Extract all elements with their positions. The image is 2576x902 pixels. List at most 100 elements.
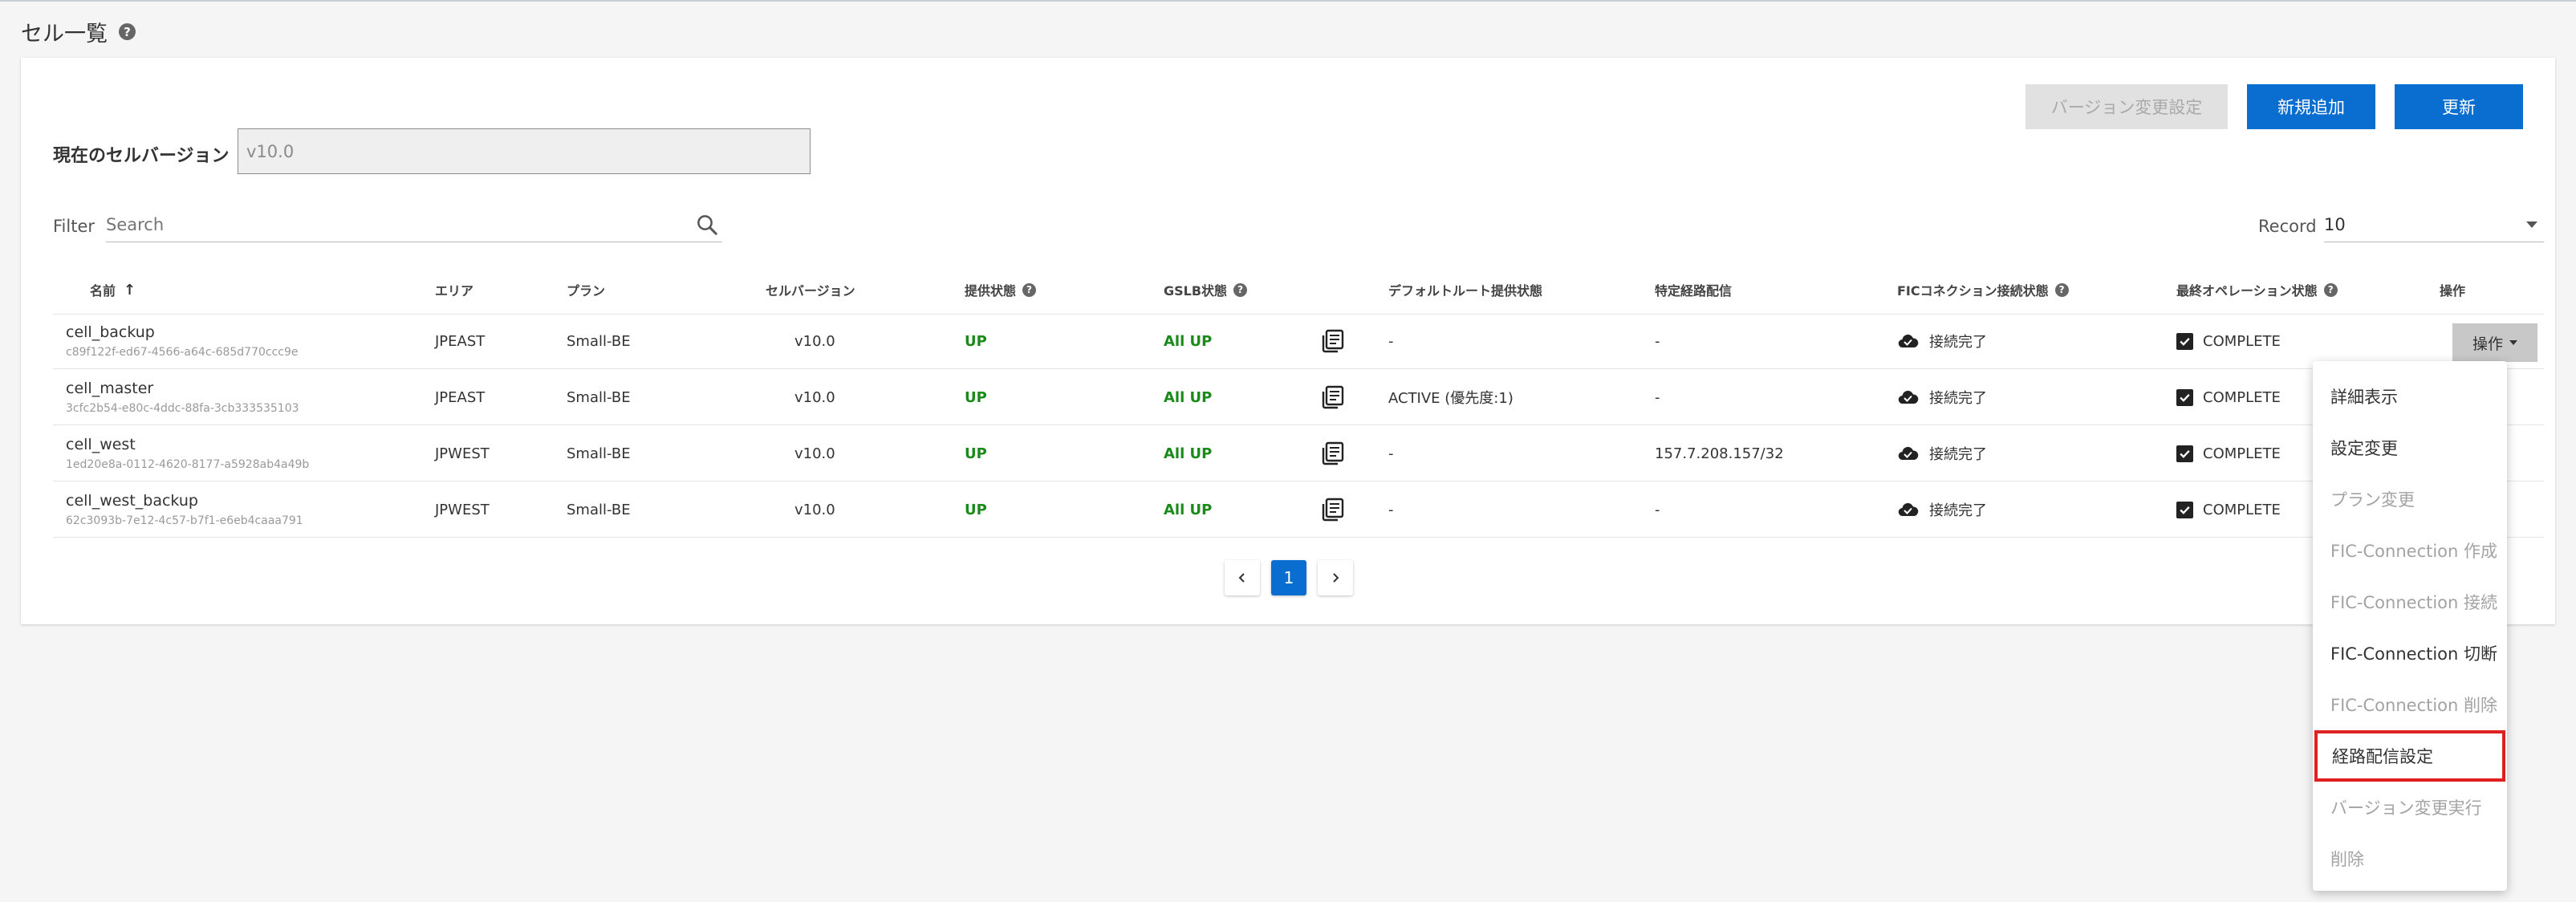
cloud-check-icon <box>1898 502 1919 517</box>
page-title: セル一覧 <box>21 22 108 47</box>
menu-item: 削除 <box>2330 850 2364 869</box>
cell-id-text: c89f122f-ed67-4566-a64c-685d770ccc9e <box>66 346 299 359</box>
refresh-button[interactable]: 更新 <box>2395 84 2523 129</box>
cell-name-text: cell_master <box>66 380 154 397</box>
help-icon[interactable]: ? <box>119 23 136 40</box>
cell-id-text: 3cfc2b54-e80c-4ddc-88fa-3cb333535103 <box>66 402 299 415</box>
search-field <box>106 207 722 242</box>
menu-item: プラン変更 <box>2330 490 2415 510</box>
document-list-icon <box>1322 441 1344 465</box>
chevron-right-icon <box>1333 573 1339 583</box>
fic-status: 接続完了 <box>1897 425 1987 481</box>
header-plan: プラン <box>567 283 606 299</box>
cell-name: cell_west 1ed20e8a-0112-4620-8177-a5928ab… <box>66 425 309 481</box>
cell-plan: Small-BE <box>567 445 631 462</box>
cell-name: cell_west_backup 62c3093b-7e12-4c57-b7f1-… <box>66 481 303 538</box>
last-op-status-text: COMPLETE <box>2203 332 2281 350</box>
table-row[interactable]: cell_west_backup 62c3093b-7e12-4c57-b7f1-… <box>53 481 2544 538</box>
last-op-status: COMPLETE <box>2176 313 2281 369</box>
fic-status-text: 接続完了 <box>1929 446 1987 463</box>
version-change-setting-button[interactable]: バージョン変更設定 <box>2025 84 2228 129</box>
page-button-current[interactable]: 1 <box>1271 560 1306 595</box>
document-list-icon <box>1322 329 1344 353</box>
cell-list-card: バージョン変更設定 新規追加 更新 現在のセルバージョン v10.0 Filte… <box>21 58 2555 624</box>
table-row[interactable]: cell_master 3cfc2b54-e80c-4ddc-88fa-3cb33… <box>53 369 2544 425</box>
record-value: 10 <box>2324 214 2346 234</box>
cell-plan: Small-BE <box>567 332 631 350</box>
menu-item[interactable]: FIC-Connection 切断 <box>2313 628 2507 679</box>
cell-area: JPWEST <box>435 501 490 518</box>
header-last-op-status: 最終オペレーション状態? <box>2176 265 2338 315</box>
prev-page-button[interactable] <box>1225 560 1260 595</box>
pagination: 1 <box>21 560 2555 595</box>
cell-version: v10.0 <box>794 501 835 518</box>
table-row[interactable]: cell_west 1ed20e8a-0112-4620-8177-a5928ab… <box>53 425 2544 481</box>
last-op-status: COMPLETE <box>2176 425 2281 481</box>
document-list-icon <box>1322 385 1344 409</box>
caret-down-icon <box>2509 340 2517 345</box>
cell-area: JPEAST <box>435 332 486 350</box>
table-header: 名前 ↑ エリア プラン セルバージョン 提供状態? GSLB状態? デフォルトル… <box>53 265 2544 315</box>
search-icon[interactable] <box>695 213 719 237</box>
cell-name-text: cell_west <box>66 436 136 453</box>
checkbox-checked-icon <box>2176 501 2193 518</box>
fic-status-text: 接続完了 <box>1929 334 1987 351</box>
menu-item: FIC-Connection 作成 <box>2330 542 2498 561</box>
next-page-button[interactable] <box>1318 560 1353 595</box>
header-area: エリア <box>435 283 474 299</box>
gslb-detail-button[interactable] <box>1319 313 1345 369</box>
last-op-status: COMPLETE <box>2176 481 2281 538</box>
gslb-status: All UP <box>1164 445 1213 462</box>
cell-area: JPWEST <box>435 445 490 462</box>
menu-item: バージョン変更実行 <box>2330 798 2482 818</box>
cell-version: v10.0 <box>794 445 835 462</box>
sort-up-icon[interactable]: ↑ <box>124 282 136 299</box>
operation-button[interactable]: 操作 <box>2452 323 2537 362</box>
help-icon[interactable]: ? <box>2054 282 2069 297</box>
specific-route: 157.7.208.157/32 <box>1655 445 1784 462</box>
default-route-status: - <box>1388 332 1394 350</box>
gslb-detail-button[interactable] <box>1319 425 1345 481</box>
gslb-status: All UP <box>1164 332 1213 350</box>
add-new-button[interactable]: 新規追加 <box>2247 84 2375 129</box>
fic-status: 接続完了 <box>1897 481 1987 538</box>
help-icon[interactable]: ? <box>1022 282 1037 297</box>
service-status: UP <box>965 332 987 350</box>
gslb-detail-button[interactable] <box>1319 369 1345 425</box>
last-op-status-text: COMPLETE <box>2203 445 2281 462</box>
specific-route: - <box>1655 388 1660 406</box>
cell-version: v10.0 <box>794 388 835 406</box>
cell-plan: Small-BE <box>567 388 631 406</box>
header-operation: 操作 <box>2440 283 2466 299</box>
cloud-check-icon <box>1898 334 1919 348</box>
cell-name: cell_backup c89f122f-ed67-4566-a64c-685d7… <box>66 313 299 369</box>
menu-item[interactable]: 経路配信設定 <box>2314 730 2505 782</box>
last-op-status-text: COMPLETE <box>2203 388 2281 406</box>
page-header: セル一覧 ? <box>21 16 136 47</box>
menu-item[interactable]: 詳細表示 <box>2313 371 2507 422</box>
cell-area: JPEAST <box>435 388 486 406</box>
default-route-status: - <box>1388 501 1394 518</box>
operation-button-label: 操作 <box>2472 335 2503 353</box>
search-input[interactable] <box>106 214 695 234</box>
cell-version: v10.0 <box>794 332 835 350</box>
current-version-field: v10.0 <box>238 128 811 174</box>
last-op-status-text: COMPLETE <box>2203 501 2281 518</box>
record-select[interactable]: 10 <box>2324 207 2544 242</box>
gslb-detail-button[interactable] <box>1319 481 1345 538</box>
header-specific-route: 特定経路配信 <box>1655 283 1733 299</box>
menu-item[interactable]: 設定変更 <box>2313 422 2507 473</box>
fic-status-text: 接続完了 <box>1929 390 1987 407</box>
cell-name: cell_master 3cfc2b54-e80c-4ddc-88fa-3cb33… <box>66 369 299 425</box>
help-icon[interactable]: ? <box>1233 282 1248 297</box>
cloud-check-icon <box>1898 390 1919 404</box>
header-name[interactable]: 名前 ↑ <box>90 265 136 315</box>
chevron-left-icon <box>1238 573 1245 583</box>
checkbox-checked-icon <box>2176 388 2193 406</box>
service-status: UP <box>965 501 987 518</box>
fic-status: 接続完了 <box>1897 369 1987 425</box>
help-icon[interactable]: ? <box>2323 282 2338 297</box>
header-fic-status: FICコネクション接続状態? <box>1897 265 2069 315</box>
table-row[interactable]: cell_backup c89f122f-ed67-4566-a64c-685d7… <box>53 313 2544 369</box>
chevron-down-icon <box>2526 221 2537 228</box>
